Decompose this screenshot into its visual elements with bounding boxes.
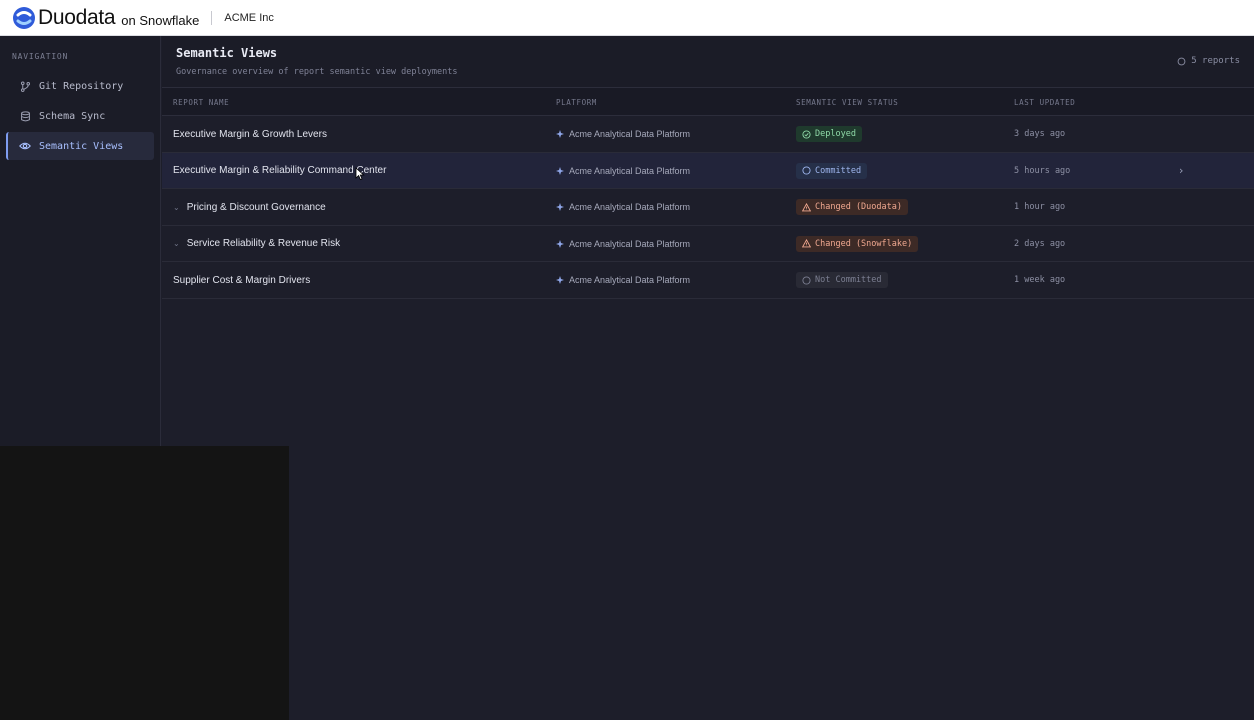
report-name[interactable]: Pricing & Discount Governance [187, 202, 326, 213]
column-header-status[interactable]: SEMANTIC VIEW STATUS [796, 98, 898, 107]
circle-icon [802, 166, 811, 175]
report-name[interactable]: Executive Margin & Growth Levers [173, 129, 327, 140]
chevron-down-icon[interactable]: ⌄ [173, 203, 180, 212]
sidebar: NAVIGATION Git Repository Schema Sync Se… [0, 36, 161, 446]
brand-suffix: on Snowflake [121, 13, 200, 28]
warning-icon [802, 239, 811, 248]
warning-icon [802, 202, 811, 212]
platform-name: Acme Analytical Data Platform [569, 129, 691, 139]
platform-name: Acme Analytical Data Platform [569, 165, 691, 176]
page-title: Semantic Views [176, 46, 278, 60]
table-row[interactable]: Executive Margin & Growth Levers Acme An… [162, 116, 1254, 153]
table-row[interactable]: Executive Margin & Reliability Command C… [162, 152, 1254, 189]
dark-overlay-panel [0, 446, 289, 720]
report-name[interactable]: Service Reliability & Revenue Risk [187, 238, 340, 249]
nav-heading: NAVIGATION [12, 52, 69, 61]
table-header: REPORT NAME PLATFORM SEMANTIC VIEW STATU… [162, 88, 1254, 116]
column-header-platform[interactable]: PLATFORM [556, 98, 597, 107]
page-header: Semantic Views Governance overview of re… [162, 36, 1254, 88]
table-row[interactable]: ⌄ Pricing & Discount Governance Acme Ana… [162, 189, 1254, 226]
sidebar-item-semantic-views[interactable]: Semantic Views [6, 132, 154, 160]
sidebar-item-git-repository[interactable]: Git Repository [6, 72, 154, 100]
mouse-pointer-icon [355, 166, 365, 185]
top-bar: Duodata on Snowflake ACME Inc [0, 0, 1254, 36]
platform-icon [556, 239, 564, 248]
status-label: Deployed [815, 129, 856, 139]
duodata-logo-icon[interactable] [12, 6, 36, 30]
platform-name: Acme Analytical Data Platform [569, 238, 691, 249]
status-badge: Committed [796, 162, 868, 179]
main-content: Semantic Views Governance overview of re… [162, 36, 1254, 720]
platform-name: Acme Analytical Data Platform [569, 202, 691, 212]
platform-icon [556, 166, 564, 175]
git-branch-icon [19, 80, 31, 92]
page-subtitle: Governance overview of report semantic v… [176, 67, 458, 77]
report-count-label: 5 reports [1191, 56, 1240, 66]
status-label: Not Committed [815, 275, 882, 285]
status-label: Changed (Snowflake) [815, 238, 913, 249]
status-badge: Changed (Snowflake) [796, 235, 919, 252]
eye-icon [19, 140, 31, 152]
last-updated: 2 days ago [1014, 238, 1066, 249]
status-label: Changed (Duodata) [815, 202, 902, 212]
brand-name: Duodata [38, 5, 116, 29]
status-badge: Deployed [796, 126, 862, 142]
last-updated: 1 hour ago [1014, 202, 1066, 212]
table-row[interactable]: Supplier Cost & Margin Drivers Acme Anal… [162, 262, 1254, 299]
platform-icon [556, 130, 564, 138]
status-label: Committed [815, 165, 862, 176]
check-circle-icon [802, 129, 811, 139]
last-updated: 1 week ago [1014, 275, 1066, 285]
circle-icon [1177, 57, 1186, 66]
sidebar-item-label: Git Repository [39, 80, 124, 92]
platform-name: Acme Analytical Data Platform [569, 275, 691, 285]
chevron-right-icon[interactable]: › [1179, 164, 1183, 177]
database-icon [19, 110, 31, 122]
top-divider [211, 10, 213, 25]
report-count: 5 reports [1177, 56, 1240, 66]
circle-icon [802, 275, 811, 285]
org-name[interactable]: ACME Inc [224, 12, 274, 24]
table-row[interactable]: ⌄ Service Reliability & Revenue Risk Acm… [162, 226, 1254, 262]
column-header-last-updated[interactable]: LAST UPDATED [1014, 98, 1075, 107]
last-updated: 5 hours ago [1014, 165, 1071, 176]
sidebar-item-label: Schema Sync [39, 110, 106, 122]
report-name[interactable]: Supplier Cost & Margin Drivers [173, 275, 310, 286]
sidebar-item-schema-sync[interactable]: Schema Sync [6, 102, 154, 130]
column-header-report-name[interactable]: REPORT NAME [173, 98, 229, 107]
chevron-down-icon[interactable]: ⌄ [173, 239, 180, 248]
status-badge: Changed (Duodata) [796, 199, 908, 215]
platform-icon [556, 203, 564, 211]
last-updated: 3 days ago [1014, 129, 1066, 139]
sidebar-item-label: Semantic Views [39, 140, 124, 152]
status-badge: Not Committed [796, 272, 888, 288]
platform-icon [556, 276, 564, 284]
